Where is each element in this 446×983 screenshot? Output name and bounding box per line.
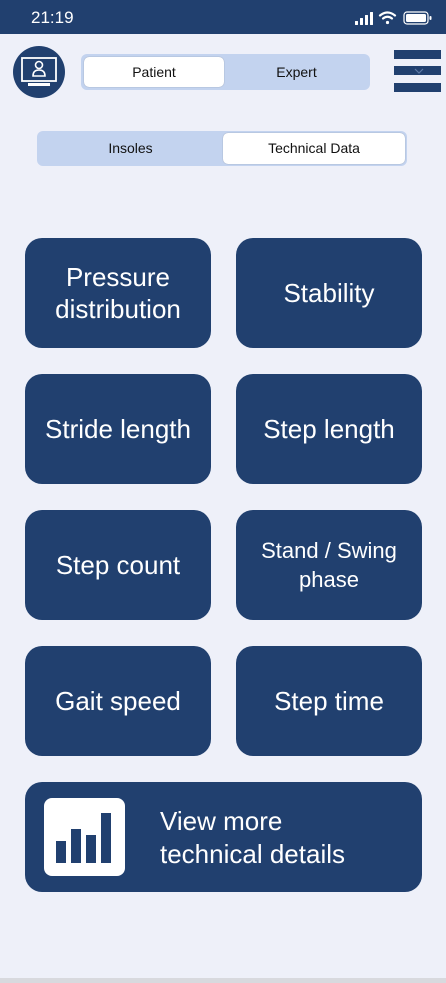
tab-technical-data[interactable]: Technical Data bbox=[223, 133, 405, 164]
stand-swing-phase-button[interactable]: Stand / Swing phase bbox=[236, 510, 422, 620]
details-label: View more technical details bbox=[160, 805, 345, 871]
data-toggle: Insoles Technical Data bbox=[37, 131, 407, 166]
hamburger-menu-icon[interactable] bbox=[394, 50, 441, 92]
step-time-button[interactable]: Step time bbox=[236, 646, 422, 756]
cellular-signal-icon bbox=[355, 12, 373, 25]
step-length-button[interactable]: Step length bbox=[236, 374, 422, 484]
status-time: 21:19 bbox=[31, 8, 74, 27]
pressure-distribution-button[interactable]: Pressure distribution bbox=[25, 238, 211, 348]
status-icons bbox=[355, 10, 433, 26]
tab-insoles[interactable]: Insoles bbox=[39, 133, 222, 164]
chevron-down-icon bbox=[414, 68, 424, 74]
wifi-icon bbox=[378, 11, 397, 25]
status-bar: 21:19 bbox=[0, 0, 446, 34]
stride-length-button[interactable]: Stride length bbox=[25, 374, 211, 484]
avatar[interactable] bbox=[13, 46, 65, 98]
gait-speed-button[interactable]: Gait speed bbox=[25, 646, 211, 756]
bar-chart-icon bbox=[44, 798, 125, 876]
mode-toggle: Patient Expert bbox=[81, 54, 370, 90]
tab-expert[interactable]: Expert bbox=[226, 57, 367, 87]
view-more-details-button[interactable]: View more technical details bbox=[25, 782, 422, 892]
details-label-line2: technical details bbox=[160, 839, 345, 869]
stability-button[interactable]: Stability bbox=[236, 238, 422, 348]
battery-icon bbox=[403, 11, 432, 25]
details-label-line1: View more bbox=[160, 806, 283, 836]
step-count-button[interactable]: Step count bbox=[25, 510, 211, 620]
tab-patient[interactable]: Patient bbox=[84, 57, 224, 87]
home-indicator bbox=[0, 978, 446, 983]
user-at-computer-icon bbox=[21, 57, 57, 86]
